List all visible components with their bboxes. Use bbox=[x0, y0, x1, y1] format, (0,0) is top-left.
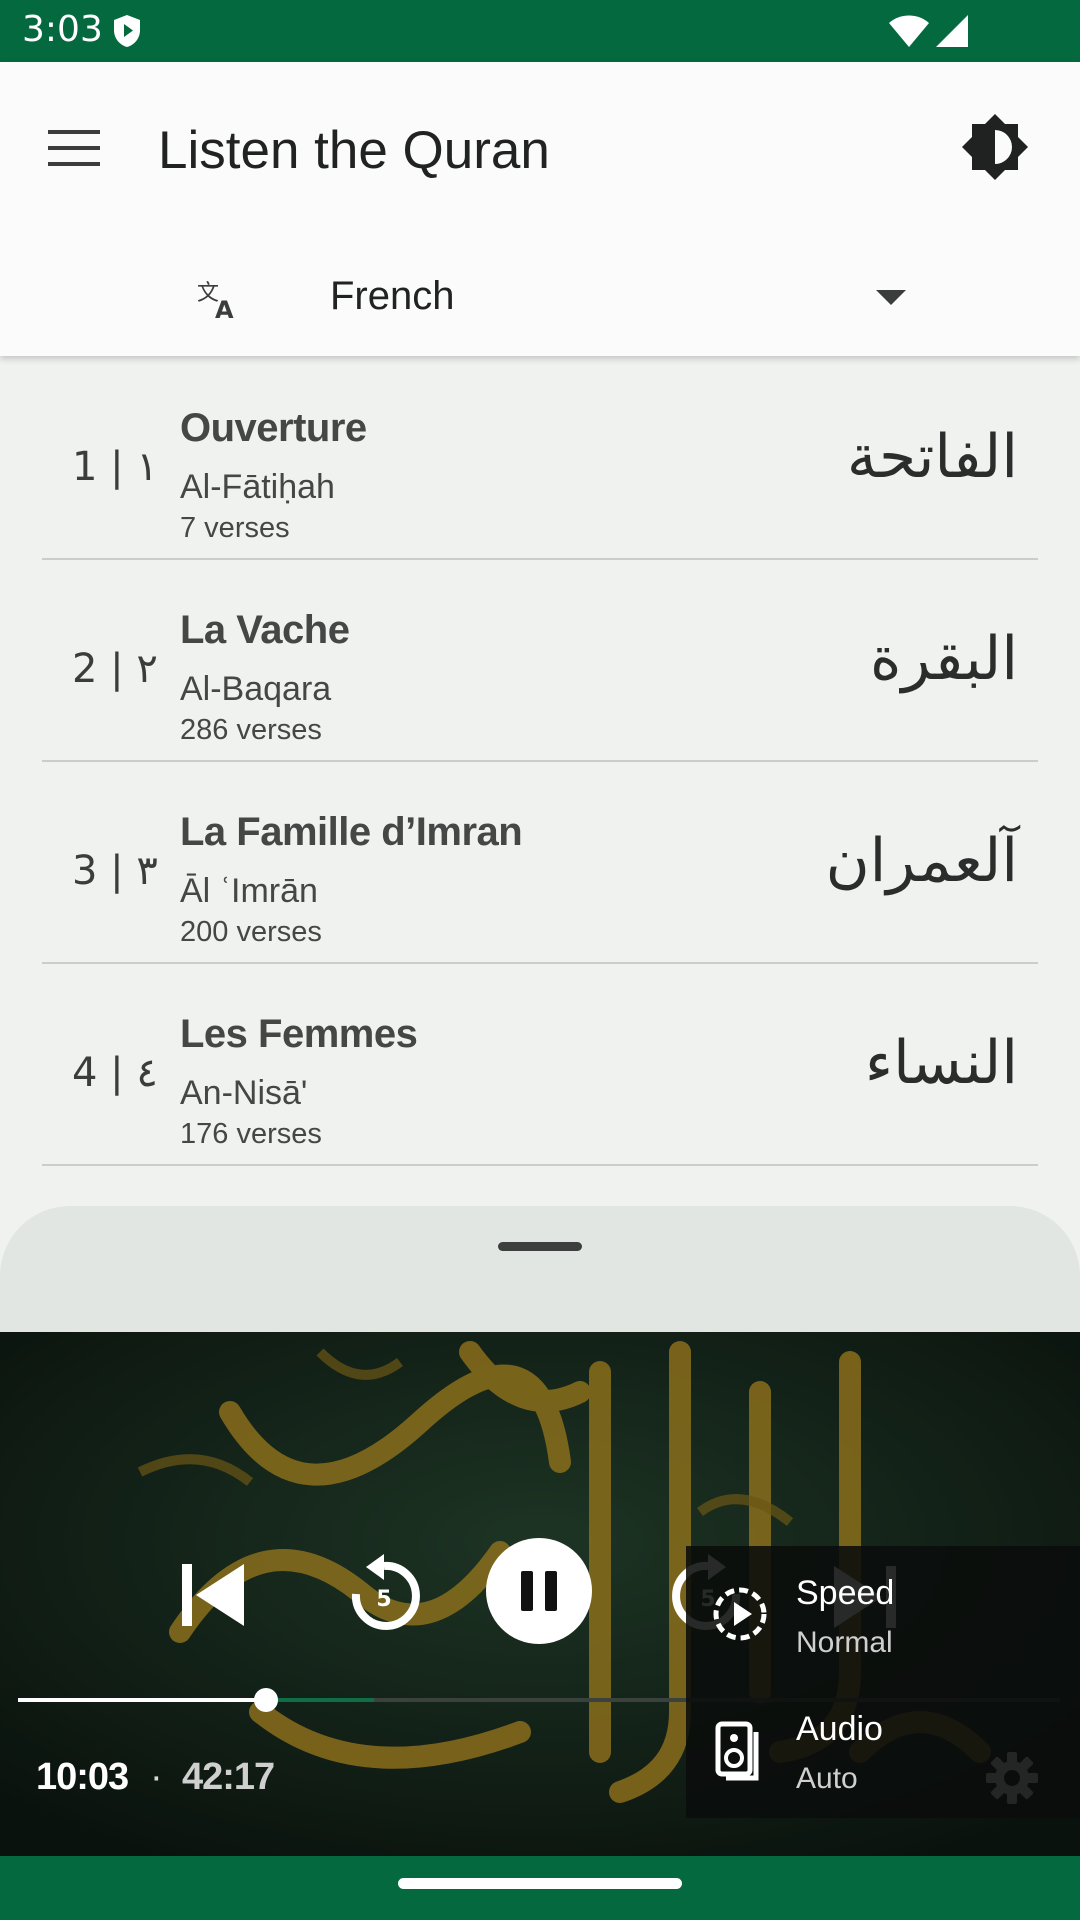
rewind-icon[interactable]: 5 bbox=[342, 1552, 426, 1636]
current-time: 10:03 bbox=[36, 1756, 129, 1798]
total-time: 42:17 bbox=[182, 1756, 275, 1798]
shield-icon bbox=[114, 15, 140, 47]
surah-verse-count: 176 verses bbox=[180, 1118, 322, 1150]
page-title: Listen the Quran bbox=[158, 121, 550, 180]
time-separator: · bbox=[150, 1756, 163, 1798]
audio-track-icon bbox=[715, 1721, 759, 1781]
surah-verse-count: 7 verses bbox=[180, 512, 290, 544]
surah-name: Les Femmes bbox=[180, 1012, 418, 1056]
list-item[interactable]: 3 | ٣ La Famille d’Imran Āl ʿImrān 200 v… bbox=[42, 762, 1038, 964]
surah-arabic-name: آلعمران bbox=[825, 826, 1018, 896]
list-item[interactable]: 1 | ١ Ouverture Al-Fātiḥah 7 verses الفا… bbox=[42, 358, 1038, 560]
wifi-icon bbox=[889, 15, 929, 47]
surah-name: La Famille d’Imran bbox=[180, 810, 523, 854]
list-item[interactable]: 2 | ٢ La Vache Al-Baqara 286 verses البق… bbox=[42, 560, 1038, 762]
pause-icon bbox=[521, 1571, 557, 1611]
surah-transliteration: Al-Baqara bbox=[180, 670, 332, 708]
speed-value: Normal bbox=[796, 1626, 893, 1659]
surah-verse-count: 200 verses bbox=[180, 916, 322, 948]
language-selector[interactable]: 文 A French bbox=[0, 262, 1080, 352]
surah-name: Ouverture bbox=[180, 406, 367, 450]
audio-label: Audio bbox=[796, 1710, 883, 1748]
previous-icon[interactable] bbox=[178, 1560, 248, 1630]
audio-menu-item[interactable]: Audio Auto bbox=[686, 1682, 1080, 1818]
surah-number: 3 | ٣ bbox=[72, 848, 158, 894]
status-bar: 3:03 bbox=[0, 0, 1080, 62]
navigation-bar bbox=[0, 1856, 1080, 1920]
rewind-seconds: 5 bbox=[376, 1587, 391, 1612]
seek-progress bbox=[18, 1698, 266, 1702]
surah-number: 2 | ٢ bbox=[72, 646, 158, 692]
signal-icon bbox=[936, 15, 968, 47]
surah-name: La Vache bbox=[180, 608, 350, 652]
language-select-value[interactable]: French bbox=[330, 274, 455, 319]
surah-arabic-name: البقرة bbox=[870, 624, 1018, 694]
surah-transliteration: Al-Fātiḥah bbox=[180, 468, 335, 506]
app-bar: Listen the Quran 文 A French bbox=[0, 62, 1080, 356]
surah-list: 1 | ١ Ouverture Al-Fātiḥah 7 verses الفا… bbox=[0, 358, 1080, 1166]
list-item[interactable]: 4 | ٤ Les Femmes An-Nisā' 176 verses الن… bbox=[42, 964, 1038, 1166]
translate-icon: 文 A bbox=[197, 281, 234, 320]
menu-icon[interactable] bbox=[48, 128, 100, 168]
surah-arabic-name: النساء bbox=[864, 1028, 1018, 1098]
surah-arabic-name: الفاتحة bbox=[846, 422, 1018, 492]
svg-text:A: A bbox=[215, 296, 234, 320]
surah-verse-count: 286 verses bbox=[180, 714, 322, 746]
player-settings-menu: Speed Normal Audio Auto bbox=[686, 1546, 1080, 1818]
speed-icon bbox=[713, 1587, 767, 1641]
seek-thumb[interactable] bbox=[253, 1688, 278, 1712]
surah-transliteration: Āl ʿImrān bbox=[180, 872, 318, 910]
status-time: 3:03 bbox=[22, 9, 103, 50]
dropdown-icon[interactable] bbox=[876, 290, 906, 306]
speed-menu-item[interactable]: Speed Normal bbox=[686, 1546, 1080, 1682]
home-gesture-handle[interactable] bbox=[398, 1878, 682, 1889]
surah-number: 4 | ٤ bbox=[72, 1050, 158, 1096]
surah-number: 1 | ١ bbox=[72, 444, 158, 490]
audio-value: Auto bbox=[796, 1762, 858, 1795]
drag-handle[interactable] bbox=[498, 1242, 582, 1251]
speed-label: Speed bbox=[796, 1574, 895, 1612]
surah-transliteration: An-Nisā' bbox=[180, 1074, 308, 1112]
pause-button[interactable] bbox=[486, 1538, 592, 1644]
brightness-icon[interactable] bbox=[960, 112, 1030, 182]
